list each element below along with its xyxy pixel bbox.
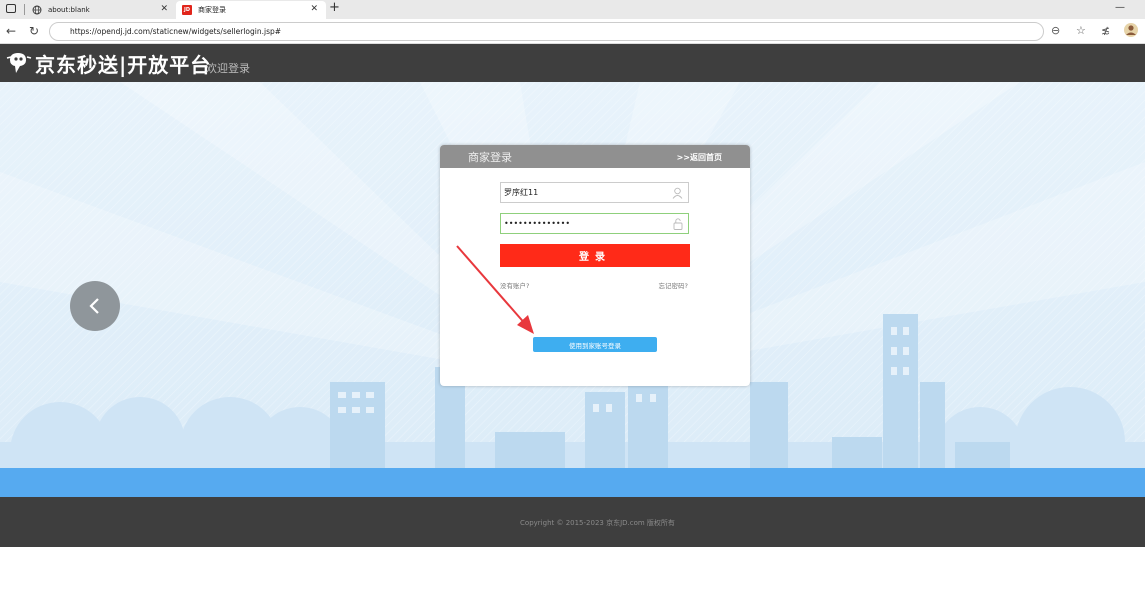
register-link[interactable]: 没有账户? [500,280,529,290]
welcome-text: 欢迎登录 [206,62,250,75]
username-field[interactable] [500,182,689,203]
url-input[interactable]: https://opendj.jd.com/staticnew/widgets/… [49,22,1044,41]
logo-text: 京东秒送|开放平台 [35,53,212,77]
jd-favicon-icon: JD [182,5,192,15]
tab-actions-icon[interactable] [6,4,16,13]
back-home-link[interactable]: >>返回首页 [677,152,722,163]
address-bar: ← ↻ https://opendj.jd.com/staticnew/widg… [0,19,1145,44]
close-tab-icon[interactable]: ✕ [160,4,168,14]
jd-mascot-logo-icon [6,53,32,73]
favorite-star-icon[interactable]: ☆ [1076,24,1086,37]
login-button[interactable]: 登录 [500,244,690,267]
login-panel: 商家登录 >>返回首页 登录 没有账户? 忘记密码? 使用到家账号登录 [440,145,750,386]
favorites-list-icon[interactable]: ≴ [1101,24,1110,37]
padlock-icon [673,218,683,230]
globe-icon [32,5,42,15]
close-tab-icon[interactable]: ✕ [310,4,318,14]
refresh-icon[interactable]: ↻ [29,24,39,38]
tab-about-blank[interactable]: about:blank ✕ [26,1,176,19]
daojia-account-login-button[interactable]: 使用到家账号登录 [533,337,657,352]
tab-title: 商家登录 [198,6,226,14]
username-input[interactable] [501,183,661,202]
minimize-icon[interactable]: — [1115,2,1125,13]
site-header: 京东秒送|开放平台 欢迎登录 [0,44,1145,82]
new-tab-icon[interactable]: + [329,0,340,15]
chevron-left-icon [89,298,99,314]
browser-tab-bar: about:blank ✕ JD 商家登录 ✕ + — [0,0,1145,19]
footer: Copyright © 2015-2023 京东JD.com 版权所有 [0,497,1145,547]
forgot-password-link[interactable]: 忘记密码? [659,280,688,290]
ground-band [0,468,1145,497]
tab-separator [24,4,25,15]
login-panel-header: 商家登录 >>返回首页 [440,145,750,168]
profile-avatar-icon[interactable] [1123,22,1139,41]
back-icon[interactable]: ← [6,24,16,38]
tab-seller-login[interactable]: JD 商家登录 ✕ [176,1,326,19]
password-input[interactable] [501,214,661,233]
carousel-prev-button[interactable] [70,281,120,331]
tab-title: about:blank [48,6,90,14]
copyright-text: Copyright © 2015-2023 京东JD.com 版权所有 [520,519,675,527]
reader-icon[interactable]: ⊖ [1051,24,1060,37]
password-field[interactable] [500,213,689,234]
login-title: 商家登录 [468,151,512,164]
user-icon [672,187,683,199]
